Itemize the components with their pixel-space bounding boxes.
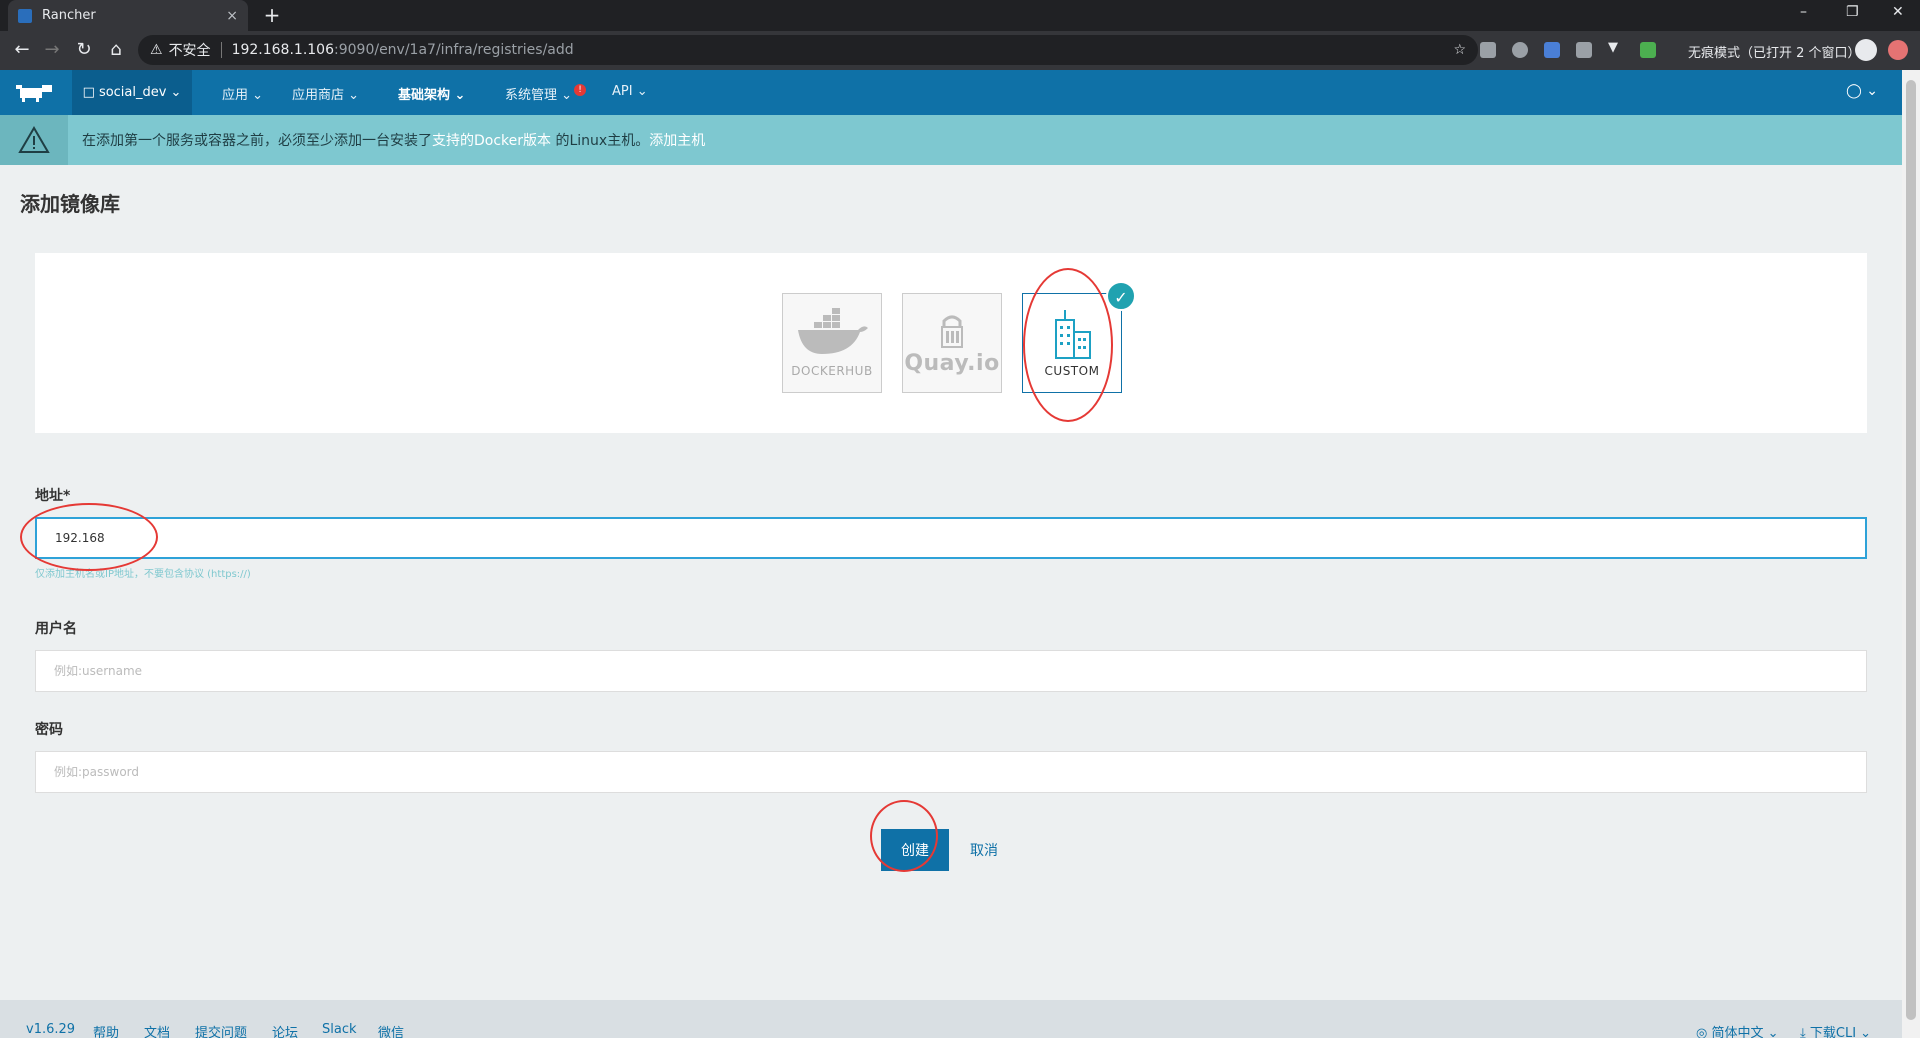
registry-type-chooser: DOCKERHUB Quay.io CUSTOM ✓ bbox=[35, 253, 1867, 433]
password-input[interactable] bbox=[35, 751, 1867, 793]
extension-icon[interactable] bbox=[1512, 42, 1528, 58]
footer-link-wechat[interactable]: 微信 bbox=[378, 1022, 404, 1038]
add-host-link[interactable]: 添加主机 bbox=[649, 133, 705, 149]
incognito-icon[interactable] bbox=[1855, 39, 1877, 61]
url-host: 192.168.1.106 bbox=[231, 42, 334, 58]
extension-icon[interactable] bbox=[1576, 42, 1592, 58]
extension-icon[interactable] bbox=[1640, 42, 1656, 58]
annotation-circle bbox=[1023, 268, 1113, 422]
registry-option-dockerhub[interactable]: DOCKERHUB bbox=[782, 293, 882, 393]
close-window-icon[interactable]: ✕ bbox=[1892, 4, 1904, 20]
selected-check-icon: ✓ bbox=[1106, 281, 1136, 311]
extension-icon[interactable] bbox=[1544, 42, 1560, 58]
footer-link-issue[interactable]: 提交问题 bbox=[195, 1022, 247, 1038]
profile-avatar[interactable] bbox=[1888, 40, 1908, 60]
home-icon[interactable]: ⌂ bbox=[104, 39, 128, 60]
nav-apps[interactable]: 应用 ⌄ bbox=[222, 84, 263, 103]
forward-icon[interactable]: → bbox=[40, 39, 64, 60]
warning-triangle-icon bbox=[0, 115, 68, 165]
nav-api[interactable]: API ⌄ bbox=[612, 84, 648, 99]
back-icon[interactable]: ← bbox=[10, 39, 34, 60]
address-bar[interactable]: ⚠ 不安全 192.168.1.106 :9090/env/1a7/infra/… bbox=[138, 35, 1478, 65]
restore-icon[interactable]: ❐ bbox=[1846, 4, 1859, 20]
page-title: 添加镜像库 bbox=[20, 192, 120, 216]
host-warning-banner: 在添加第一个服务或容器之前，必须至少添加一台安装了支持的Docker版本 的Li… bbox=[0, 115, 1902, 165]
extension-icon[interactable] bbox=[1480, 42, 1496, 58]
bookmark-star-icon[interactable]: ☆ bbox=[1453, 42, 1466, 58]
footer-link-forum[interactable]: 论坛 bbox=[272, 1022, 298, 1038]
footer-link-docs[interactable]: 文档 bbox=[144, 1022, 170, 1038]
address-label: 地址* bbox=[35, 488, 71, 504]
browser-tabbar: Rancher × + – ❐ ✕ bbox=[0, 0, 1920, 31]
app-header: □ social_dev ⌄ 应用 ⌄ 应用商店 ⌄ 基础架构 ⌄ 系统管理 ⌄… bbox=[0, 70, 1902, 115]
user-menu-icon[interactable]: ◯ ⌄ bbox=[1846, 83, 1878, 99]
scrollbar-thumb[interactable] bbox=[1906, 80, 1916, 1020]
vue-extension-icon[interactable]: ▼ bbox=[1608, 40, 1624, 56]
url-path: :9090/env/1a7/infra/registries/add bbox=[334, 42, 574, 58]
browser-tab[interactable]: Rancher × bbox=[8, 0, 248, 31]
nav-infrastructure[interactable]: 基础架构 ⌄ bbox=[398, 84, 465, 103]
rancher-logo-icon[interactable] bbox=[14, 82, 54, 102]
chevron-down-icon: ⌄ bbox=[170, 85, 182, 100]
password-label: 密码 bbox=[35, 722, 63, 738]
page-footer: v1.6.29 帮助 文档 提交问题 论坛 Slack 微信 ◎ 简体中文 ⌄ … bbox=[0, 1000, 1902, 1038]
reload-icon[interactable]: ↻ bbox=[72, 39, 96, 60]
environment-name: social_dev bbox=[98, 85, 167, 100]
address-input[interactable] bbox=[35, 517, 1867, 559]
vertical-scrollbar[interactable] bbox=[1902, 70, 1920, 1038]
nav-catalog[interactable]: 应用商店 ⌄ bbox=[292, 84, 359, 103]
tab-title: Rancher bbox=[42, 8, 96, 23]
docker-whale-icon bbox=[798, 308, 868, 354]
cancel-button[interactable]: 取消 bbox=[970, 840, 998, 860]
download-cli-button[interactable]: ⤓ 下载CLI ⌄ bbox=[1800, 1022, 1871, 1038]
registry-option-label: Quay.io bbox=[904, 350, 1000, 376]
banner-message: 在添加第一个服务或容器之前，必须至少添加一台安装了支持的Docker版本 的Li… bbox=[82, 133, 706, 149]
tab-close-icon[interactable]: × bbox=[226, 8, 238, 24]
username-label: 用户名 bbox=[35, 621, 77, 637]
username-input[interactable] bbox=[35, 650, 1867, 692]
footer-link-slack[interactable]: Slack bbox=[322, 1022, 357, 1037]
alert-badge: ! bbox=[574, 84, 587, 96]
registry-option-label: DOCKERHUB bbox=[791, 364, 873, 378]
browser-toolbar: ← → ↻ ⌂ ⚠ 不安全 192.168.1.106 :9090/env/1a… bbox=[0, 31, 1920, 70]
supported-docker-link[interactable]: 支持的Docker版本 bbox=[432, 133, 551, 149]
footer-link-help[interactable]: 帮助 bbox=[93, 1022, 119, 1038]
warning-icon: ⚠ bbox=[150, 42, 163, 58]
annotation-circle bbox=[20, 503, 158, 571]
annotation-circle bbox=[870, 800, 938, 872]
nav-admin[interactable]: 系统管理 ⌄! bbox=[505, 84, 587, 103]
rancher-favicon-icon bbox=[18, 8, 32, 23]
quay-lock-icon bbox=[941, 315, 963, 348]
registry-option-quay[interactable]: Quay.io bbox=[902, 293, 1002, 393]
version-link[interactable]: v1.6.29 bbox=[26, 1022, 75, 1037]
environment-icon: □ bbox=[82, 85, 95, 100]
security-label: 不安全 bbox=[168, 43, 211, 59]
minimize-icon[interactable]: – bbox=[1800, 4, 1807, 20]
incognito-label[interactable]: 无痕模式（已打开 2 个窗口） bbox=[1688, 42, 1861, 61]
language-selector[interactable]: ◎ 简体中文 ⌄ bbox=[1696, 1022, 1779, 1038]
new-tab-button[interactable]: + bbox=[260, 3, 284, 27]
environment-selector[interactable]: □ social_dev ⌄ bbox=[72, 70, 192, 115]
